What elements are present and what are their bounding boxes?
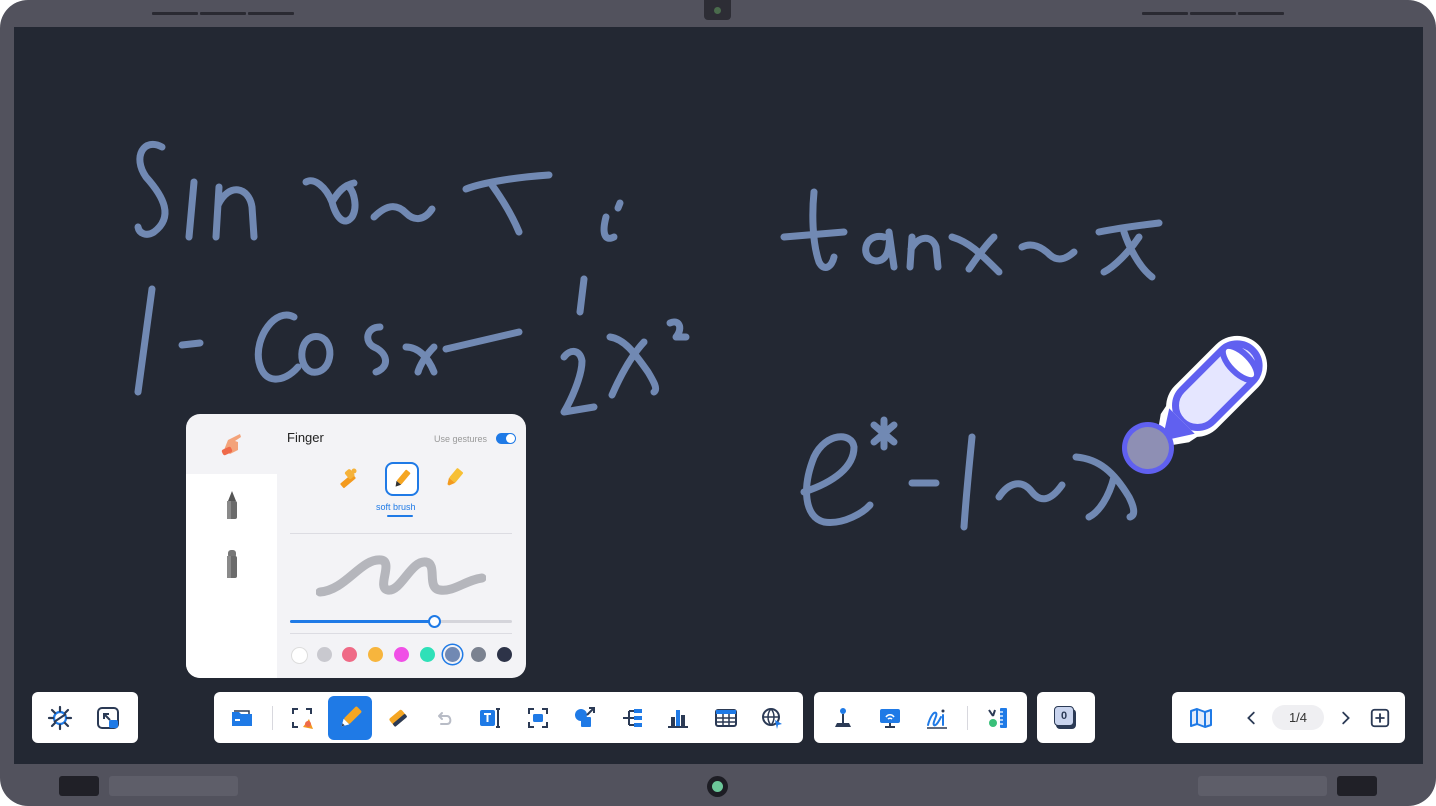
pen-icon <box>341 706 362 727</box>
main-toolbar <box>214 692 803 743</box>
color-swatch-magenta[interactable] <box>393 647 409 662</box>
pen-cursor-icon <box>1122 335 1268 474</box>
stroke-preview <box>316 555 486 597</box>
bottom-sensor <box>707 776 728 797</box>
color-swatch-pink[interactable] <box>342 647 358 662</box>
bezel-vent <box>1190 12 1236 15</box>
page-indicator[interactable]: 1/4 <box>1272 705 1324 730</box>
pen-tool-button[interactable] <box>328 696 372 740</box>
use-gestures-toggle[interactable] <box>496 433 516 444</box>
soft-brush-option[interactable] <box>385 462 419 496</box>
front-camera <box>704 0 731 20</box>
color-swatch-steel-blue[interactable] <box>445 647 461 662</box>
front-button[interactable] <box>59 776 99 796</box>
color-swatch-light-gray[interactable] <box>316 647 332 662</box>
counter-toolbar: 0 <box>1037 692 1095 743</box>
color-swatch-teal[interactable] <box>419 647 435 662</box>
marker-pen-icon[interactable] <box>224 550 240 580</box>
mindmap-icon[interactable] <box>612 698 652 738</box>
layers-icon: 0 <box>1054 706 1078 730</box>
brush-type-label: soft brush <box>376 502 416 512</box>
bezel-vent <box>1238 12 1284 15</box>
panel-title: Finger <box>287 430 324 445</box>
tools-icon[interactable] <box>977 698 1017 738</box>
thickness-slider-thumb[interactable] <box>428 615 442 628</box>
capture-icon[interactable] <box>518 698 558 738</box>
screen-cast-icon[interactable] <box>870 698 910 738</box>
page-toolbar: 1/4 <box>1172 692 1405 743</box>
chevron-right-icon <box>1342 711 1350 725</box>
divider <box>290 633 512 634</box>
toolbar-divider <box>967 706 968 730</box>
right-toolbar <box>814 692 1027 743</box>
toolbar-divider <box>272 706 273 730</box>
robot-arm-icon[interactable] <box>823 698 863 738</box>
text-icon[interactable] <box>470 698 510 738</box>
color-swatch-yellow[interactable] <box>368 647 384 662</box>
bezel-vent <box>1142 12 1188 15</box>
brush-stamp-option[interactable] <box>332 462 364 494</box>
exit-fullscreen-icon[interactable] <box>88 698 128 738</box>
finger-icon[interactable] <box>218 430 246 458</box>
front-port <box>109 776 238 796</box>
front-button[interactable] <box>1337 776 1377 796</box>
screenshot-icon[interactable] <box>282 698 322 738</box>
brush-type-underline <box>387 515 413 517</box>
use-gestures-label: Use gestures <box>434 434 488 444</box>
color-swatch-white[interactable] <box>291 647 308 664</box>
display-bezel: Finger Use gestures soft brush 0 1/4 <box>0 0 1436 806</box>
handwriting-icon[interactable] <box>917 698 957 738</box>
bezel-vent <box>248 12 294 15</box>
highlighter-option[interactable] <box>438 462 470 494</box>
settings-icon[interactable] <box>40 698 80 738</box>
pen-type-sidebar <box>186 474 277 678</box>
table-icon[interactable] <box>706 698 746 738</box>
bezel-vent <box>152 12 198 15</box>
shapes-icon[interactable] <box>564 698 604 738</box>
thickness-slider[interactable] <box>290 615 512 628</box>
chart-icon[interactable] <box>658 698 698 738</box>
counter-button[interactable]: 0 <box>1046 698 1086 738</box>
browser-icon[interactable] <box>752 698 792 738</box>
color-swatch-navy[interactable] <box>496 647 512 662</box>
next-page-button[interactable] <box>1325 698 1365 738</box>
folder-icon[interactable] <box>222 698 262 738</box>
pen-settings-panel: Finger Use gestures soft brush <box>186 414 526 678</box>
eraser-icon[interactable] <box>378 698 418 738</box>
divider <box>290 533 512 534</box>
add-page-button[interactable] <box>1360 698 1400 738</box>
left-toolbar <box>32 692 138 743</box>
undo-icon[interactable] <box>424 698 464 738</box>
color-swatch-gray[interactable] <box>470 647 486 662</box>
counter-value: 0 <box>1054 706 1074 726</box>
prev-page-button[interactable] <box>1232 698 1272 738</box>
map-icon[interactable] <box>1181 698 1221 738</box>
front-port <box>1198 776 1327 796</box>
chevron-left-icon <box>1247 711 1255 725</box>
bezel-vent <box>200 12 246 15</box>
fine-pen-icon[interactable] <box>224 491 240 521</box>
thickness-slider-fill <box>290 620 435 623</box>
plus-square-icon <box>1370 708 1390 728</box>
